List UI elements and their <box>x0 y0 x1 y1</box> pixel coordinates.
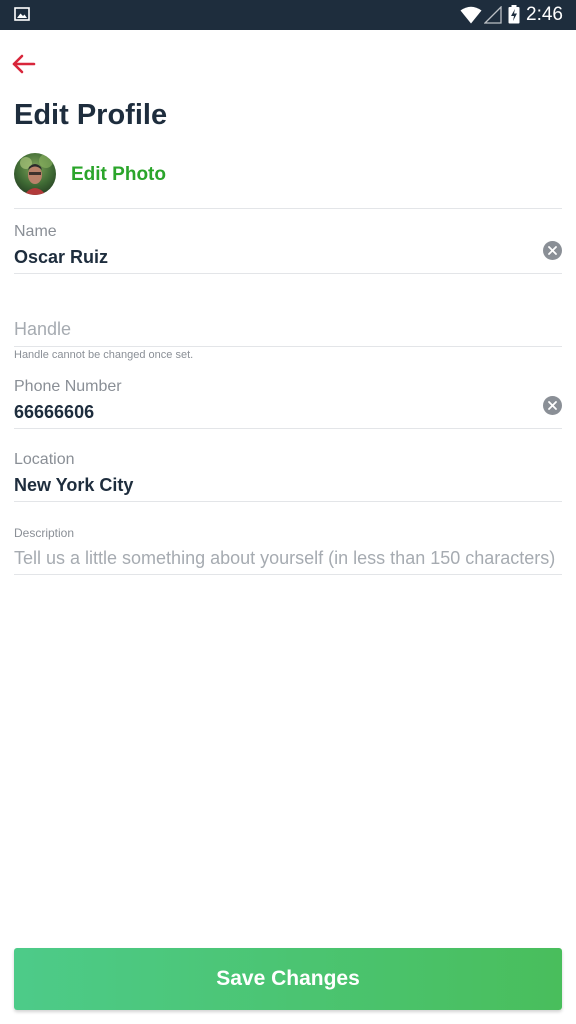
save-changes-button[interactable]: Save Changes <box>14 948 562 1010</box>
location-underline <box>14 501 562 502</box>
wifi-icon <box>460 6 482 24</box>
handle-underline <box>14 346 562 347</box>
handle-input[interactable]: Handle <box>14 319 71 340</box>
phone-label: Phone Number <box>14 378 122 395</box>
avatar[interactable] <box>14 153 56 195</box>
name-input[interactable] <box>14 247 534 268</box>
location-input[interactable] <box>14 475 534 496</box>
signal-icon <box>484 6 502 24</box>
phone-underline <box>14 428 562 429</box>
gallery-icon <box>14 7 30 21</box>
page-title: Edit Profile <box>14 99 168 131</box>
status-bar: 2:46 <box>0 0 576 30</box>
description-label: Description <box>14 526 75 540</box>
battery-charging-icon <box>508 5 520 24</box>
status-time: 2:46 <box>526 4 563 25</box>
name-label: Name <box>14 223 57 240</box>
divider <box>14 208 562 209</box>
clear-phone-icon[interactable] <box>543 396 562 415</box>
save-changes-label: Save Changes <box>216 967 360 990</box>
back-arrow-icon[interactable] <box>10 50 38 78</box>
edit-photo-button[interactable]: Edit Photo <box>71 164 166 186</box>
name-underline <box>14 273 562 274</box>
location-label: Location <box>14 451 75 468</box>
phone-input[interactable] <box>14 402 534 423</box>
description-input[interactable]: Tell us a little something about yoursel… <box>14 548 555 569</box>
clear-name-icon[interactable] <box>543 241 562 260</box>
handle-helper-text: Handle cannot be changed once set. <box>14 349 194 361</box>
description-underline <box>14 574 562 575</box>
